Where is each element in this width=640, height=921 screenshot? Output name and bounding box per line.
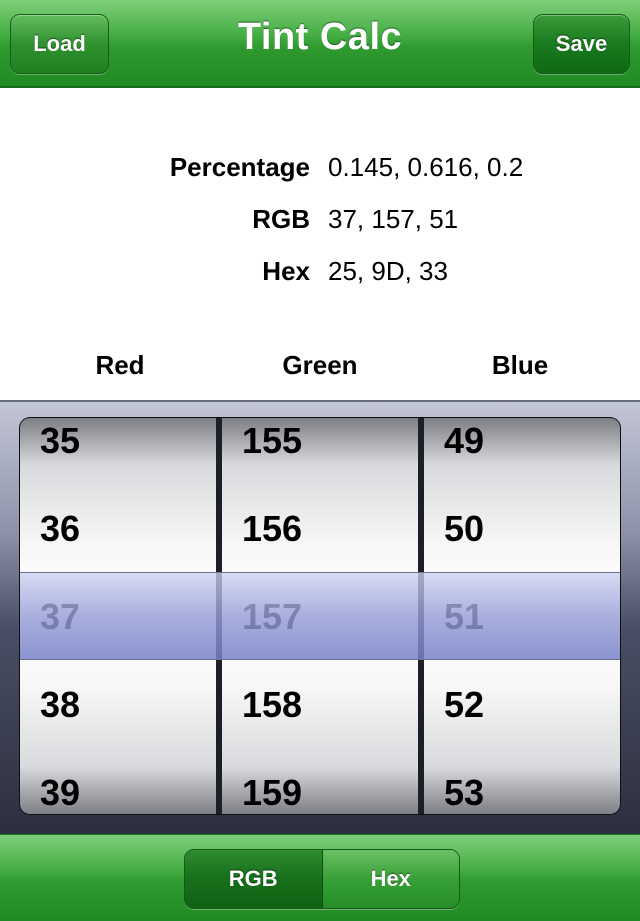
red-column-header: Red [95, 350, 145, 380]
blue-column-header: Blue [491, 350, 549, 380]
rgb-label: RGB [252, 204, 310, 234]
green-wheel-item[interactable]: 156 [242, 508, 302, 550]
hex-segment[interactable]: Hex [322, 850, 459, 908]
blue-wheel-item[interactable]: 52 [444, 684, 484, 726]
rgb-value: 37, 157, 51 [328, 204, 459, 234]
bottom-toolbar: RGB Hex [0, 834, 640, 921]
rgb-segment[interactable]: RGB [185, 850, 323, 908]
percentage-row: Percentage 0.145, 0.616, 0.2 [0, 152, 640, 192]
color-picker: 35 36 37 38 39 155 156 157 158 159 49 50… [20, 418, 620, 814]
red-wheel-item[interactable]: 39 [40, 772, 80, 814]
hex-label: Hex [262, 256, 310, 286]
hex-row: Hex 25, 9D, 33 [0, 256, 640, 296]
blue-wheel-item-selected[interactable]: 51 [444, 596, 484, 638]
green-wheel-item-selected[interactable]: 157 [242, 596, 302, 638]
green-wheel-item[interactable]: 159 [242, 772, 302, 814]
blue-wheel-item[interactable]: 50 [444, 508, 484, 550]
percentage-value: 0.145, 0.616, 0.2 [328, 152, 524, 182]
green-wheel-item[interactable]: 158 [242, 684, 302, 726]
red-wheel-item[interactable]: 38 [40, 684, 80, 726]
red-wheel-item[interactable]: 36 [40, 508, 80, 550]
rgb-row: RGB 37, 157, 51 [0, 204, 640, 244]
green-wheel-item[interactable]: 155 [242, 420, 302, 462]
blue-wheel-item[interactable]: 49 [444, 420, 484, 462]
red-wheel[interactable]: 35 36 37 38 39 [20, 418, 216, 814]
percentage-label: Percentage [169, 152, 310, 182]
mode-segmented-control: RGB Hex [184, 849, 460, 909]
red-wheel-item[interactable]: 35 [40, 420, 80, 462]
navigation-bar: Load Tint Calc Save [0, 0, 640, 88]
save-button[interactable]: Save [533, 14, 630, 74]
blue-wheel[interactable]: 49 50 51 52 53 [424, 418, 620, 814]
red-wheel-item-selected[interactable]: 37 [40, 596, 80, 638]
hex-value: 25, 9D, 33 [328, 256, 448, 286]
green-column-header: Green [282, 350, 358, 380]
green-wheel[interactable]: 155 156 157 158 159 [222, 418, 418, 814]
blue-wheel-item[interactable]: 53 [444, 772, 484, 814]
